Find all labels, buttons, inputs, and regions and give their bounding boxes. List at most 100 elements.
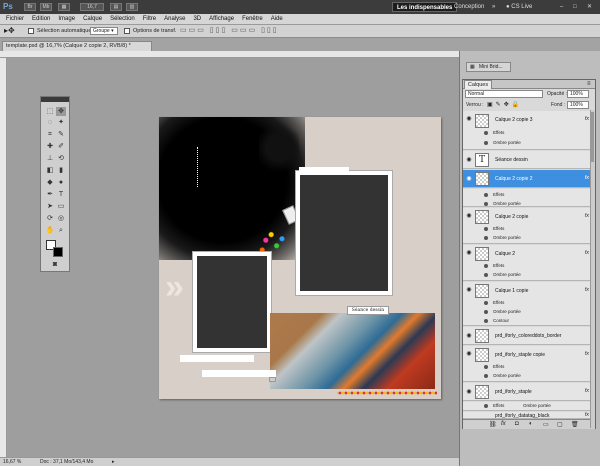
add-style-icon[interactable]: fx [501, 421, 506, 427]
eye-icon[interactable]: ◉ [466, 351, 472, 357]
fx-icon[interactable]: fx [585, 250, 589, 256]
quick-select-tool-icon[interactable]: ✦ [56, 118, 66, 127]
layer-row[interactable]: ◉ prd_iforly_coloreddots_border [463, 327, 595, 345]
fx-icon[interactable]: fx [585, 388, 589, 394]
menu-filtre[interactable]: Filtre [143, 16, 156, 22]
fx-icon[interactable]: fx [585, 213, 589, 219]
background-color-swatch[interactable] [53, 247, 63, 257]
lasso-tool-icon[interactable]: ◌ [45, 118, 55, 127]
layers-scrollbar-thumb[interactable] [591, 112, 594, 162]
crop-tool-icon[interactable]: ⌗ [45, 130, 55, 139]
close-button[interactable]: ✕ [583, 2, 596, 12]
view-grid-icon[interactable]: ▤ [110, 3, 122, 11]
menu-fichier[interactable]: Fichier [6, 16, 24, 22]
layer-row[interactable]: ◉ T Séance dessin [463, 151, 595, 169]
adjustment-layer-icon[interactable]: ◐ [529, 421, 533, 427]
arrange-documents-icon[interactable]: ▥ [126, 3, 138, 11]
menu-aide[interactable]: Aide [271, 16, 283, 22]
link-layers-icon[interactable]: ⛓ [489, 421, 497, 428]
panel-menu-icon[interactable]: ≡ [587, 81, 591, 87]
more-workspaces-button[interactable]: » [488, 2, 499, 12]
layer-row-selected[interactable]: ◉ Calque 2 copie 2 fx [463, 170, 595, 188]
effect-eye-icon[interactable] [484, 319, 488, 323]
eye-icon[interactable]: ◉ [466, 157, 472, 163]
stamp-tool-icon[interactable]: ⊥ [45, 154, 55, 163]
marquee-tool-icon[interactable]: ⬚ [45, 107, 55, 116]
align-icons[interactable]: ▭▭▭ ▯▯▯ ▭▭▭ ▯▯▯ [180, 26, 279, 34]
status-arrow-icon[interactable]: ▸ [112, 458, 115, 466]
dodge-tool-icon[interactable]: ● [56, 178, 66, 187]
minibridge-button[interactable]: Mb [40, 3, 52, 11]
status-zoom[interactable]: 16,67 % [3, 458, 21, 466]
fx-icon[interactable]: fx [585, 175, 589, 181]
menu-analyse[interactable]: Analyse [164, 16, 185, 22]
new-layer-icon[interactable]: ▢ [557, 421, 563, 428]
vertical-ruler[interactable] [0, 58, 7, 457]
move-tool-icon[interactable]: ✥ [56, 107, 66, 116]
pen-tool-icon[interactable]: ✒ [45, 190, 55, 199]
transform-controls-checkbox[interactable] [124, 28, 130, 34]
effect-eye-icon[interactable] [484, 273, 488, 277]
hand-tool-icon[interactable]: ✋ [45, 226, 55, 235]
shape-tool-icon[interactable]: ▭ [56, 202, 66, 211]
menu-3d[interactable]: 3D [193, 16, 201, 22]
layer-row[interactable]: ◉ prd_iforly_staple copie fx Effets Ombr… [463, 346, 595, 382]
gradient-tool-icon[interactable]: ▮ [56, 166, 66, 175]
extras-icon[interactable]: ▦ [58, 3, 70, 11]
healing-tool-icon[interactable]: ✚ [45, 142, 55, 151]
lock-icons[interactable]: ▣✎✥🔒 [487, 101, 522, 108]
brush-tool-icon[interactable]: ✐ [56, 142, 66, 151]
3d-rotate-tool-icon[interactable]: ⟳ [45, 214, 55, 223]
zoom-tool-icon[interactable]: ⌕ [56, 226, 66, 235]
effect-eye-icon[interactable] [484, 310, 488, 314]
tools-panel-header[interactable] [41, 97, 69, 102]
path-select-tool-icon[interactable]: ➤ [45, 202, 55, 211]
eye-icon[interactable]: ◉ [466, 389, 472, 395]
quick-mask-icon[interactable]: ◙ [50, 260, 60, 269]
eye-icon[interactable]: ◉ [466, 333, 472, 339]
document-canvas[interactable]: » Séance dessin [159, 117, 441, 399]
menu-selection[interactable]: Sélection [110, 16, 135, 22]
menu-affichage[interactable]: Affichage [209, 16, 234, 22]
effect-eye-icon[interactable] [484, 374, 488, 378]
fx-icon[interactable]: fx [585, 287, 589, 293]
fx-icon[interactable]: fx [585, 116, 589, 122]
blend-mode-dropdown[interactable]: Normal [465, 90, 543, 98]
trash-icon[interactable]: 🗑 [571, 421, 579, 428]
eye-icon[interactable]: ◉ [466, 287, 472, 293]
fx-icon[interactable]: fx [585, 412, 589, 418]
history-brush-tool-icon[interactable]: ⟲ [56, 154, 66, 163]
workspace-conception[interactable]: Conception [450, 2, 488, 12]
opacity-field[interactable]: 100% [567, 90, 589, 98]
layer-row[interactable]: ◉ Calque 1 copie fx Effets Ombre portée … [463, 282, 595, 326]
maximize-button[interactable]: □ [569, 2, 581, 12]
workspace-les-indispensables[interactable]: Les indispensables [392, 2, 458, 12]
menu-calque[interactable]: Calque [83, 16, 102, 22]
bridge-button[interactable]: Br [24, 3, 36, 11]
eye-icon[interactable]: ◉ [466, 250, 472, 256]
zoom-level-field[interactable]: 16,7 [80, 3, 104, 11]
type-tool-icon[interactable]: T [56, 190, 66, 199]
tab-calques[interactable]: Calques [464, 80, 492, 89]
eye-icon[interactable]: ◉ [466, 176, 472, 182]
mini-bridge-panel-tab[interactable]: ▦ Mini Brid... [466, 62, 511, 72]
effect-eye-icon[interactable] [484, 202, 488, 206]
fx-icon[interactable]: fx [585, 351, 589, 357]
move-tool-preset-icon[interactable]: ▸✥ [4, 26, 15, 35]
layer-row[interactable]: ◉ Calque 2 fx Effets Ombre portée [463, 245, 595, 281]
layer-row[interactable]: ◉ Calque 2 copie fx Effets Ombre portée [463, 208, 595, 244]
fill-field[interactable]: 100% [567, 101, 589, 109]
menu-image[interactable]: Image [58, 16, 75, 22]
3d-orbit-tool-icon[interactable]: ◎ [56, 214, 66, 223]
layer-row[interactable]: ◉ prd_iforly_staple fx [463, 383, 595, 401]
eyedropper-tool-icon[interactable]: ✎ [56, 130, 66, 139]
effect-eye-icon[interactable] [484, 141, 488, 145]
layer-row[interactable]: ◉ Calque 2 copie 3 fx Effets Ombre porté… [463, 111, 595, 150]
auto-select-dropdown[interactable]: Groupe ▾ [90, 27, 118, 35]
minimize-button[interactable]: – [556, 2, 567, 12]
eraser-tool-icon[interactable]: ◧ [45, 166, 55, 175]
auto-select-checkbox[interactable] [28, 28, 34, 34]
add-mask-icon[interactable]: ◘ [515, 421, 519, 427]
eye-icon[interactable]: ◉ [466, 116, 472, 122]
blur-tool-icon[interactable]: ◆ [45, 178, 55, 187]
